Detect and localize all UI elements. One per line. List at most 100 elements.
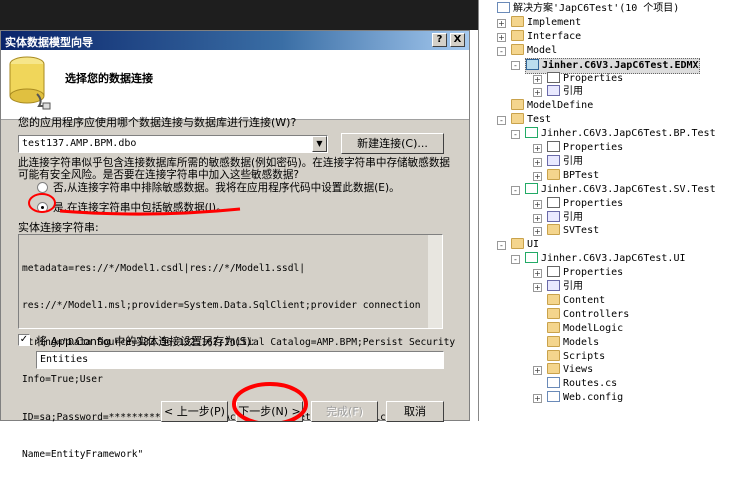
tree-item[interactable]: Content (547, 293, 605, 308)
include-sensitive-radio[interactable] (37, 202, 48, 213)
tree-item[interactable]: Jinher.C6V3.JapC6Test.UI (525, 252, 686, 266)
tree-item[interactable]: Properties (547, 141, 623, 155)
tree-item[interactable]: Routes.cs (547, 377, 617, 391)
folder-icon (511, 15, 524, 27)
collapse-icon[interactable]: - (497, 241, 506, 251)
conn-string-line: Info=True;User (22, 374, 103, 386)
expand-icon[interactable]: + (533, 157, 542, 167)
conn-string-line: res://*/Model1.msl;provider=System.Data.… (22, 300, 421, 312)
connection-select[interactable]: test137.AMP.BPM.dbo ▼ (18, 135, 328, 153)
prev-button[interactable]: < 上一步(P) (161, 401, 228, 422)
new-connection-button[interactable]: 新建连接(C)... (341, 133, 444, 154)
tree-item-label: 引用 (563, 211, 583, 223)
tree-item-label: 引用 (563, 281, 583, 292)
folder-icon (547, 363, 560, 375)
tree-item[interactable]: Properties (547, 71, 623, 86)
finish-button: 完成(F) (311, 401, 378, 422)
save-config-checkbox[interactable]: ✓ (18, 334, 30, 346)
expand-icon[interactable]: + (533, 283, 542, 292)
tree-item[interactable]: Interface (511, 29, 581, 44)
folder-icon (547, 321, 560, 333)
tree-item[interactable]: Properties (547, 266, 623, 280)
tree-item[interactable]: ModelDefine (511, 99, 593, 113)
title-bar: 实体数据模型向导 ? X (1, 31, 469, 50)
expand-icon[interactable]: + (533, 171, 542, 181)
collapse-icon[interactable]: - (511, 255, 520, 265)
folder-icon (547, 293, 560, 305)
tree-item-label: 引用 (563, 86, 583, 98)
tree-item[interactable]: 引用 (547, 85, 583, 99)
tree-item[interactable]: Scripts (547, 349, 605, 364)
tree-item[interactable]: 引用 (547, 154, 583, 169)
tree-item-label: ModelLogic (563, 322, 624, 334)
tree-item-label: UI (527, 239, 540, 251)
ref-icon (547, 154, 560, 166)
folder-icon (547, 349, 560, 361)
collapse-icon[interactable]: - (511, 60, 520, 70)
expand-icon[interactable]: + (533, 199, 542, 209)
tree-item[interactable]: UI (511, 238, 539, 252)
expand-icon[interactable]: + (533, 394, 542, 404)
close-button[interactable]: X (450, 33, 465, 47)
expand-icon[interactable]: + (497, 32, 506, 42)
collapse-icon[interactable]: - (511, 185, 520, 195)
tree-item-label: ModelDefine (527, 100, 594, 112)
expand-icon[interactable]: + (533, 74, 542, 84)
database-icon (9, 56, 51, 110)
folder-icon (547, 224, 560, 236)
save-config-label[interactable]: 将 App.Config 中的实体连接设置另存为(S): (36, 333, 255, 349)
tree-item[interactable]: Implement (511, 15, 582, 30)
expand-icon[interactable]: + (533, 269, 542, 279)
tree-item[interactable]: 解决方案'JapC6Test'(10 个项目) (497, 2, 679, 16)
collapse-icon[interactable]: - (511, 130, 520, 140)
tree-item[interactable]: BPTest (547, 168, 599, 183)
tree-item[interactable]: Models (547, 335, 599, 350)
page-heading: 选择您的数据连接 (65, 72, 153, 85)
expand-icon[interactable]: + (533, 88, 542, 98)
tree-item[interactable]: SVTest (547, 224, 599, 238)
exclude-sensitive-label[interactable]: 否,从连接字符串中排除敏感数据。我将在应用程序代码中设置此数据(E)。 (53, 180, 400, 195)
entity-data-model-wizard: 实体数据模型向导 ? X 选择您的数据连接 您的应用程序应使用哪个数据连接与数据… (0, 30, 470, 460)
chevron-down-icon[interactable]: ▼ (312, 136, 327, 152)
tree-item-label: Implement (527, 16, 582, 28)
expand-icon[interactable]: + (533, 144, 542, 153)
exclude-sensitive-radio[interactable] (37, 182, 48, 193)
tree-item-label: Views (563, 364, 594, 376)
project-icon (525, 182, 538, 194)
tree-item[interactable]: Model (511, 43, 557, 58)
tree-item[interactable]: Jinher.C6V3.JapC6Test.SV.Test (525, 182, 716, 197)
collapse-icon[interactable]: - (497, 46, 506, 56)
collapse-icon[interactable]: - (497, 116, 506, 126)
conn-string-scrollbar[interactable] (428, 235, 442, 328)
tree-item[interactable]: 引用 (547, 280, 583, 294)
entities-name-input[interactable]: Entities (36, 351, 444, 369)
tree-item[interactable]: Test (511, 113, 551, 127)
include-sensitive-label[interactable]: 是,在连接字符串中包括敏感数据(I)。 (53, 200, 227, 215)
expand-icon[interactable]: + (533, 213, 542, 223)
help-button[interactable]: ? (432, 33, 447, 47)
tree-item[interactable]: Web.config (547, 391, 623, 405)
expand-icon[interactable]: + (497, 18, 506, 28)
ref-icon (547, 210, 560, 222)
folder-icon (547, 307, 560, 319)
next-button[interactable]: 下一步(N) > (236, 401, 303, 422)
tree-item-label: 引用 (563, 155, 583, 167)
folder-icon (511, 238, 524, 250)
tree-item[interactable]: Controllers (547, 307, 629, 322)
props-icon (547, 141, 560, 152)
expand-icon[interactable]: + (533, 366, 542, 376)
tree-item[interactable]: 引用 (547, 210, 583, 225)
expand-icon[interactable]: + (533, 227, 542, 237)
cancel-button[interactable]: 取消 (386, 401, 444, 422)
tree-item[interactable]: Views (547, 363, 593, 377)
ref-icon (547, 85, 560, 97)
solution-explorer: 解决方案'JapC6Test'(10 个项目) + Implement + Interf… (478, 0, 750, 421)
folder-icon (511, 43, 524, 55)
tree-item[interactable]: Properties (547, 196, 623, 211)
tree-item[interactable]: ModelLogic (547, 321, 624, 336)
tree-item[interactable]: Jinher.C6V3.JapC6Test.BP.Test (525, 127, 716, 141)
project-icon (526, 58, 539, 70)
conn-string-textbox[interactable]: metadata=res://*/Model1.csdl|res://*/Mod… (18, 234, 455, 460)
folder-icon (547, 335, 560, 347)
folder-icon (511, 99, 524, 111)
